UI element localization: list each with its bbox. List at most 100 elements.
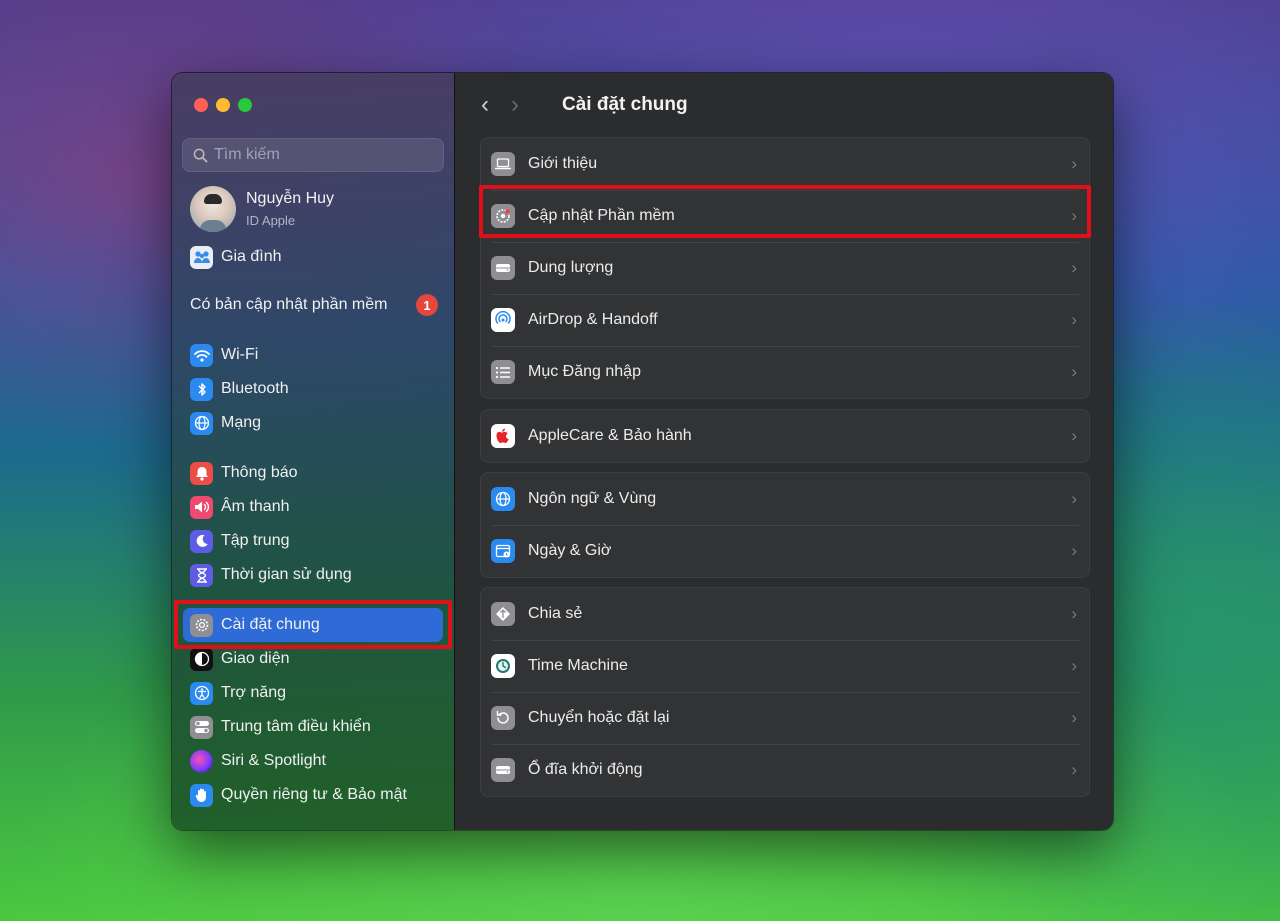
software-update-notice[interactable]: Có bản cập nhật phần mềm 1 (190, 294, 438, 316)
row-label: Cập nhật Phần mềm (528, 207, 675, 224)
row-date-time[interactable]: Ngày & Giờ › (481, 525, 1089, 577)
chevron-right-icon: › (1071, 258, 1077, 277)
row-label: Mục Đăng nhập (528, 363, 641, 380)
globe-icon (491, 487, 515, 511)
close-button[interactable] (194, 98, 208, 112)
row-transfer-reset[interactable]: Chuyển hoặc đặt lại › (481, 692, 1089, 744)
sidebar-item-sound[interactable]: Âm thanh (190, 493, 445, 521)
row-sharing[interactable]: Chia sẻ › (481, 588, 1089, 640)
bell-icon (190, 461, 213, 485)
chevron-right-icon: › (1071, 426, 1077, 445)
sidebar-item-label: Trung tâm điều khiển (221, 718, 371, 735)
sidebar-item-label: Giao diện (221, 650, 290, 667)
settings-group-sharing: Chia sẻ › Time Machine › Chuyển hoặc đặt… (480, 587, 1090, 797)
chevron-right-icon: › (1071, 604, 1077, 623)
hourglass-icon (190, 563, 213, 587)
sidebar-item-label: Tập trung (221, 532, 290, 549)
row-label: AirDrop & Handoff (528, 311, 658, 328)
zoom-button[interactable] (238, 98, 252, 112)
settings-group-applecare: AppleCare & Bảo hành › (480, 409, 1090, 463)
sidebar-item-label: Gia đình (221, 248, 282, 265)
sidebar-item-label: Trợ năng (221, 684, 287, 701)
row-label: Ngôn ngữ & Vùng (528, 490, 657, 507)
row-label: Ổ đĩa khởi động (528, 761, 643, 778)
search-icon (193, 148, 208, 162)
sidebar-item-bluetooth[interactable]: Bluetooth (190, 375, 445, 403)
chevron-right-icon: › (1071, 656, 1077, 675)
row-airdrop-handoff[interactable]: AirDrop & Handoff › (481, 294, 1089, 346)
row-label: Chia sẻ (528, 605, 583, 622)
forward-icon[interactable]: › (511, 93, 519, 117)
back-icon[interactable]: ‹ (481, 93, 489, 117)
toggles-icon (190, 715, 213, 739)
siri-icon (190, 749, 213, 773)
settings-window: Nguyễn Huy ID Apple Gia đình Có bản cập … (171, 72, 1114, 831)
appearance-icon (190, 647, 213, 671)
row-storage[interactable]: Dung lượng › (481, 242, 1089, 294)
row-about[interactable]: Giới thiệu › (481, 138, 1089, 190)
sidebar-item-privacy-security[interactable]: Quyền riêng tư & Bảo mật (190, 781, 445, 809)
row-label: Giới thiệu (528, 155, 598, 172)
sidebar-item-general[interactable]: Cài đặt chung (183, 608, 443, 642)
row-startup-disk[interactable]: Ổ đĩa khởi động › (481, 744, 1089, 796)
sidebar-item-siri-spotlight[interactable]: Siri & Spotlight (190, 747, 445, 775)
main-panel: ‹ › Cài đặt chung Giới thiệu › Cập nhật … (455, 73, 1113, 830)
gear-icon (190, 613, 213, 637)
sidebar-item-appearance[interactable]: Giao diện (190, 645, 445, 673)
disk-icon (491, 758, 515, 782)
chevron-right-icon: › (1071, 760, 1077, 779)
sidebar-item-label: Quyền riêng tư & Bảo mật (221, 786, 407, 803)
storage-icon (491, 256, 515, 280)
speaker-icon (190, 495, 213, 519)
row-language-region[interactable]: Ngôn ngữ & Vùng › (481, 473, 1089, 525)
avatar (190, 186, 236, 232)
minimize-button[interactable] (216, 98, 230, 112)
wifi-icon (190, 343, 213, 367)
sidebar-item-network[interactable]: Mạng (190, 409, 445, 437)
apple-id-profile[interactable]: Nguyễn Huy ID Apple (190, 186, 334, 232)
sidebar-item-label: Bluetooth (221, 380, 289, 397)
navigation-buttons: ‹ › (481, 93, 519, 117)
row-label: Ngày & Giờ (528, 542, 612, 559)
sidebar-item-screen-time[interactable]: Thời gian sử dụng (190, 561, 445, 589)
row-time-machine[interactable]: Time Machine › (481, 640, 1089, 692)
settings-group-about: Giới thiệu › Cập nhật Phần mềm › Dung lư… (480, 137, 1090, 399)
row-label: Time Machine (528, 657, 628, 674)
chevron-right-icon: › (1071, 154, 1077, 173)
row-label: AppleCare & Bảo hành (528, 427, 692, 444)
sidebar-item-control-center[interactable]: Trung tâm điều khiển (190, 713, 445, 741)
row-applecare[interactable]: AppleCare & Bảo hành › (481, 410, 1089, 462)
search-input[interactable] (214, 146, 434, 164)
sidebar: Nguyễn Huy ID Apple Gia đình Có bản cập … (172, 73, 455, 830)
search-field[interactable] (182, 138, 444, 172)
profile-name: Nguyễn Huy (246, 190, 335, 207)
accessibility-icon (190, 681, 213, 705)
moon-icon (190, 529, 213, 553)
chevron-right-icon: › (1071, 489, 1077, 508)
globe-icon (190, 411, 213, 435)
share-icon (491, 602, 515, 626)
sidebar-item-accessibility[interactable]: Trợ năng (190, 679, 445, 707)
sidebar-item-label: Mạng (221, 414, 262, 431)
chevron-right-icon: › (1071, 362, 1077, 381)
bluetooth-icon (190, 377, 213, 401)
airdrop-icon (491, 308, 515, 332)
sidebar-item-notifications[interactable]: Thông báo (190, 459, 445, 487)
apple-icon (491, 424, 515, 448)
chevron-right-icon: › (1071, 708, 1077, 727)
reset-icon (491, 706, 515, 730)
sidebar-item-label: Wi-Fi (221, 346, 259, 363)
sidebar-item-family[interactable]: Gia đình (190, 243, 445, 271)
sidebar-item-label: Thông báo (221, 464, 298, 481)
sidebar-item-label: Âm thanh (221, 498, 290, 515)
hand-icon (190, 783, 213, 807)
sidebar-item-label: Thời gian sử dụng (221, 566, 352, 583)
calendar-icon (491, 539, 515, 563)
chevron-right-icon: › (1071, 206, 1077, 225)
sidebar-item-focus[interactable]: Tập trung (190, 527, 445, 555)
sidebar-item-wifi[interactable]: Wi-Fi (190, 341, 445, 369)
row-login-items[interactable]: Mục Đăng nhập › (481, 346, 1089, 398)
row-software-update[interactable]: Cập nhật Phần mềm › (481, 190, 1089, 242)
software-update-icon (491, 204, 515, 228)
time-machine-icon (491, 654, 515, 678)
